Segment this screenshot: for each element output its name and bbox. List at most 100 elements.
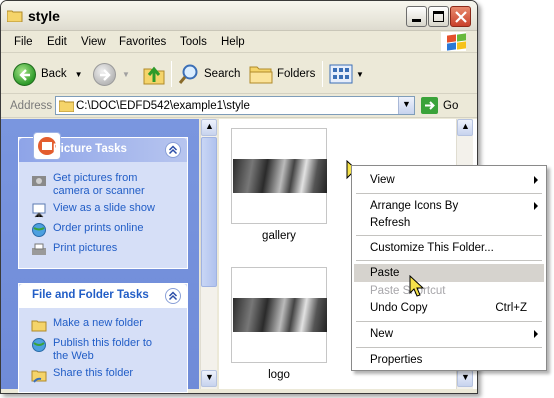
menu-item-shortcut: Ctrl+Z — [495, 302, 527, 314]
scroll-up-button[interactable]: ▲ — [457, 119, 473, 136]
folder-icon — [7, 10, 23, 22]
scroll-down-button[interactable]: ▼ — [457, 370, 473, 387]
task-publish-web[interactable]: Publish this folder to the Web — [31, 337, 158, 363]
menu-favorites[interactable]: Favorites — [119, 36, 166, 48]
task-label: View as a slide show — [53, 202, 155, 214]
file-name[interactable]: logo — [231, 369, 327, 381]
file-name[interactable]: gallery — [231, 230, 327, 242]
file-folder-tasks-panel: File and Folder Tasks Make a new folder … — [18, 283, 188, 393]
menu-item-undo-copy[interactable]: Undo Copy Ctrl+Z — [354, 299, 544, 317]
task-pane: Picture Tasks Get pictures from camera o… — [1, 119, 199, 393]
task-label: Print pictures — [53, 242, 118, 254]
mouse-cursor-icon — [409, 275, 425, 297]
task-make-folder[interactable]: Make a new folder — [31, 317, 143, 333]
chevron-down-icon: ▼ — [205, 372, 214, 382]
maximize-button[interactable] — [428, 6, 449, 27]
collapse-up-icon[interactable] — [165, 142, 181, 158]
menu-view[interactable]: View — [81, 36, 106, 48]
minimize-icon — [412, 19, 421, 22]
close-icon — [455, 11, 467, 23]
forward-button[interactable]: ▼ — [93, 60, 130, 88]
menu-item-paste[interactable]: Paste — [354, 264, 544, 282]
globe-icon — [31, 222, 47, 238]
file-folder-tasks-header[interactable]: File and Folder Tasks — [19, 284, 187, 308]
menu-item-properties[interactable]: Properties — [354, 351, 544, 369]
go-button[interactable]: Go — [421, 97, 458, 114]
minimize-button[interactable] — [406, 6, 427, 27]
printer-icon — [31, 242, 47, 258]
picture-tasks-header[interactable]: Picture Tasks — [19, 132, 187, 162]
up-folder-button[interactable] — [142, 60, 166, 88]
menu-item-new[interactable]: New — [354, 325, 544, 343]
menu-item-label: Undo Copy — [370, 302, 428, 314]
go-label: Go — [443, 99, 459, 112]
menu-help[interactable]: Help — [221, 36, 245, 48]
scroll-up-button[interactable]: ▲ — [201, 119, 217, 136]
picture-tasks-panel: Picture Tasks Get pictures from camera o… — [18, 132, 188, 269]
task-print-pictures[interactable]: Print pictures — [31, 242, 117, 258]
menu-item-label: Properties — [370, 354, 423, 366]
views-dropdown-icon[interactable]: ▼ — [356, 70, 364, 79]
close-button[interactable] — [450, 6, 471, 27]
task-slide-show[interactable]: View as a slide show — [31, 202, 155, 218]
back-label: Back — [41, 68, 67, 80]
menu-item-refresh[interactable]: Refresh — [354, 214, 544, 232]
menu-item-label: Arrange Icons By — [370, 200, 459, 212]
task-label: Publish this folder to the Web — [53, 337, 153, 362]
folder-icon — [59, 100, 74, 112]
chevron-up-icon: ▲ — [461, 121, 470, 131]
menu-item-view[interactable]: View — [354, 171, 544, 189]
chevron-up-icon: ▲ — [205, 121, 214, 131]
folders-button[interactable]: Folders — [249, 60, 315, 88]
address-field[interactable]: C:\DOC\EDFD542\example1\style ▼ — [55, 96, 415, 115]
address-label: Address — [10, 100, 53, 112]
submenu-arrow-icon — [534, 202, 538, 210]
forward-dropdown-icon[interactable]: ▼ — [122, 70, 130, 79]
thumbnail-image — [233, 159, 327, 193]
standard-toolbar: Back ▼ ▼ Search Folders ▼ — [1, 54, 477, 94]
menu-item-label: New — [370, 328, 394, 340]
address-path: C:\DOC\EDFD542\example1\style — [76, 100, 250, 112]
file-thumbnail[interactable] — [231, 267, 327, 363]
menu-tools[interactable]: Tools — [180, 36, 207, 48]
back-button[interactable]: Back ▼ — [13, 60, 83, 88]
search-icon — [178, 64, 198, 84]
chevron-down-icon: ▼ — [461, 372, 470, 382]
task-pane-scrollbar[interactable]: ▲ ▼ — [200, 119, 217, 389]
folders-label: Folders — [277, 68, 316, 80]
new-folder-icon — [31, 317, 47, 333]
scroll-down-button[interactable]: ▼ — [201, 370, 217, 387]
menu-item-label: View — [370, 174, 395, 186]
menu-item-arrange-icons[interactable]: Arrange Icons By — [354, 197, 544, 215]
camera-icon — [31, 172, 47, 188]
folders-icon — [249, 66, 273, 84]
collapse-up-icon[interactable] — [165, 288, 181, 304]
submenu-arrow-icon — [534, 176, 538, 184]
views-button[interactable]: ▼ — [329, 60, 364, 88]
forward-arrow-icon — [93, 62, 116, 86]
title-bar[interactable]: style — [1, 1, 477, 31]
task-get-pictures[interactable]: Get pictures from camera or scanner — [31, 172, 153, 198]
go-arrow-icon — [421, 97, 438, 114]
slide-show-icon — [31, 202, 47, 218]
task-label: Order prints online — [53, 222, 144, 234]
menu-item-paste-shortcut: Paste Shortcut — [354, 282, 544, 300]
share-folder-icon — [31, 367, 47, 383]
address-dropdown-button[interactable]: ▼ — [398, 97, 414, 114]
menu-item-customize-folder[interactable]: Customize This Folder... — [354, 239, 544, 257]
menu-file[interactable]: File — [14, 36, 33, 48]
search-button[interactable]: Search — [178, 60, 240, 88]
publish-web-icon — [31, 337, 47, 353]
task-label: Share this folder — [53, 367, 134, 379]
scroll-thumb[interactable] — [201, 137, 217, 287]
window-title: style — [28, 8, 60, 24]
back-dropdown-icon[interactable]: ▼ — [75, 70, 83, 79]
task-label: Make a new folder — [53, 317, 143, 329]
menu-item-label: Customize This Folder... — [370, 242, 494, 254]
menu-edit[interactable]: Edit — [47, 36, 67, 48]
context-menu: View Arrange Icons By Refresh Customize … — [351, 165, 547, 371]
file-thumbnail[interactable] — [231, 128, 327, 224]
up-folder-icon — [143, 66, 165, 85]
task-share-folder[interactable]: Share this folder — [31, 367, 133, 383]
task-order-prints[interactable]: Order prints online — [31, 222, 144, 238]
